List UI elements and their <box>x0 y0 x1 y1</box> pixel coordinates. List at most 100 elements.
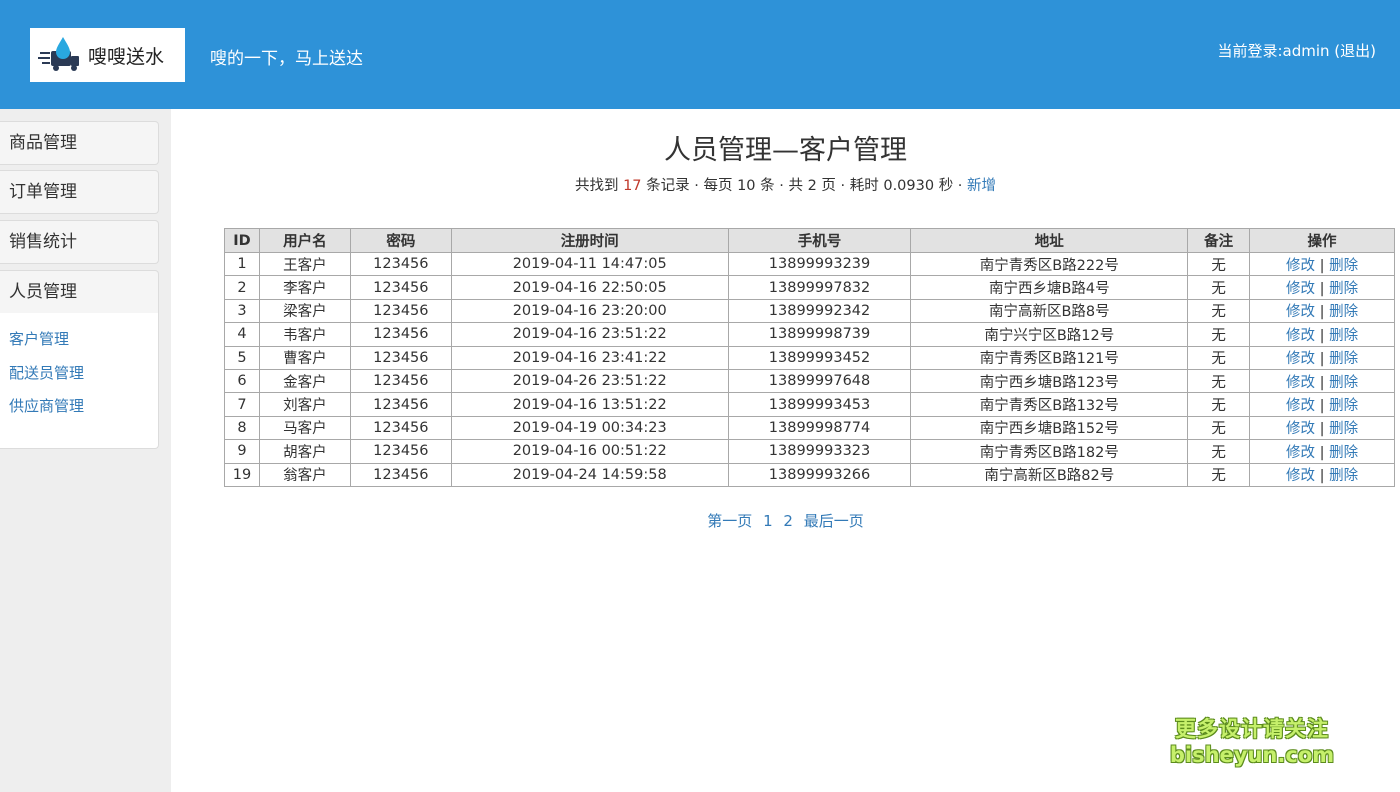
cell-password: 123456 <box>349 251 452 277</box>
water-delivery-icon <box>38 37 79 71</box>
submenu-couriers[interactable]: 配送员管理 <box>0 357 158 391</box>
sidebar-item-orders[interactable]: 订单管理 <box>0 170 159 214</box>
delete-link[interactable]: 删除 <box>1329 351 1358 367</box>
table-row: 19 翁客户 123456 2019-04-24 14:59:58 1389999326… <box>224 462 1395 487</box>
page-2-link[interactable]: 2 <box>783 512 793 530</box>
cell-actions: 修改 | 删除 <box>1249 345 1395 370</box>
delete-link[interactable]: 删除 <box>1329 445 1358 461</box>
cell-username: 曹客户 <box>258 345 351 370</box>
cell-register-time: 2019-04-16 23:41:22 <box>450 345 729 370</box>
column-header-phone: 手机号 <box>727 228 912 253</box>
cell-phone: 13899997648 <box>727 368 912 394</box>
sidebar-item-personnel[interactable]: 人员管理 <box>0 270 159 314</box>
add-link[interactable]: 新增 <box>967 178 996 194</box>
edit-link[interactable]: 修改 <box>1286 304 1315 320</box>
edit-link[interactable]: 修改 <box>1286 468 1315 484</box>
action-separator: | <box>1319 327 1325 344</box>
customer-table: ID 用户名 密码 注册时间 手机号 地址 备注 操作 1 王客户 123456 20… <box>224 228 1395 487</box>
cell-remark: 无 <box>1187 345 1251 370</box>
cell-id: 6 <box>224 368 260 394</box>
table-row: 7 刘客户 123456 2019-04-16 13:51:22 13899993453… <box>224 392 1395 417</box>
action-separator: | <box>1319 281 1325 298</box>
submenu-customers[interactable]: 客户管理 <box>0 323 158 357</box>
logout-link[interactable]: (退出) <box>1334 42 1376 60</box>
action-separator: | <box>1319 304 1325 321</box>
column-header-password: 密码 <box>349 228 452 253</box>
cell-register-time: 2019-04-16 23:20:00 <box>450 298 729 324</box>
delete-link[interactable]: 删除 <box>1329 375 1358 391</box>
action-separator: | <box>1319 444 1325 461</box>
cell-register-time: 2019-04-19 00:34:23 <box>450 415 729 441</box>
edit-link[interactable]: 修改 <box>1286 398 1315 414</box>
action-separator: | <box>1319 468 1325 485</box>
cell-phone: 13899993452 <box>727 345 912 370</box>
cell-id: 1 <box>224 251 260 277</box>
cell-username: 马客户 <box>258 415 351 441</box>
edit-link[interactable]: 修改 <box>1286 375 1315 391</box>
sidebar-item-products[interactable]: 商品管理 <box>0 121 159 165</box>
column-header-username: 用户名 <box>258 228 351 253</box>
cell-id: 3 <box>224 298 260 324</box>
delete-link[interactable]: 删除 <box>1329 258 1358 274</box>
cell-actions: 修改 | 删除 <box>1249 298 1395 324</box>
cell-remark: 无 <box>1187 275 1251 300</box>
cell-register-time: 2019-04-26 23:51:22 <box>450 368 729 394</box>
delete-link[interactable]: 删除 <box>1329 304 1358 320</box>
delete-link[interactable]: 删除 <box>1329 328 1358 344</box>
cell-address: 南宁青秀区B路222号 <box>910 251 1189 277</box>
logo[interactable]: 嗖嗖送水 <box>30 28 185 82</box>
submenu-suppliers[interactable]: 供应商管理 <box>0 390 158 424</box>
sidebar-item-sales-stats[interactable]: 销售统计 <box>0 220 159 264</box>
action-separator: | <box>1319 421 1325 438</box>
table-row: 1 王客户 123456 2019-04-11 14:47:05 13899993239… <box>224 251 1395 277</box>
cell-password: 123456 <box>349 322 452 347</box>
edit-link[interactable]: 修改 <box>1286 258 1315 274</box>
cell-username: 胡客户 <box>258 439 351 464</box>
action-separator: | <box>1319 257 1325 274</box>
delete-link[interactable]: 删除 <box>1329 468 1358 484</box>
cell-phone: 13899997832 <box>727 275 912 300</box>
cell-password: 123456 <box>349 439 452 464</box>
cell-remark: 无 <box>1187 322 1251 347</box>
table-row: 2 李客户 123456 2019-04-16 22:50:05 13899997832… <box>224 275 1395 300</box>
cell-password: 123456 <box>349 462 452 487</box>
summary-text: 条记录 · 每页 10 条 · 共 2 页 · 耗时 0.0930 秒 · <box>641 178 968 194</box>
cell-address: 南宁兴宁区B路12号 <box>910 322 1189 347</box>
cell-actions: 修改 | 删除 <box>1249 392 1395 417</box>
table-row: 8 马客户 123456 2019-04-19 00:34:23 13899998774… <box>224 415 1395 441</box>
edit-link[interactable]: 修改 <box>1286 281 1315 297</box>
column-header-actions: 操作 <box>1249 228 1395 253</box>
page-title: 人员管理—客户管理 <box>664 135 907 166</box>
cell-register-time: 2019-04-24 14:59:58 <box>450 462 729 487</box>
cell-phone: 13899993453 <box>727 392 912 417</box>
table-row: 6 金客户 123456 2019-04-26 23:51:22 13899997648… <box>224 368 1395 394</box>
cell-remark: 无 <box>1187 439 1251 464</box>
summary-prefix: 共找到 <box>574 178 624 194</box>
cell-register-time: 2019-04-16 13:51:22 <box>450 392 729 417</box>
cell-address: 南宁青秀区B路121号 <box>910 345 1189 370</box>
cell-remark: 无 <box>1187 392 1251 417</box>
cell-address: 南宁西乡塘B路152号 <box>910 415 1189 441</box>
last-page-link[interactable]: 最后一页 <box>804 512 864 530</box>
login-info: 当前登录:admin (退出) <box>1217 40 1376 61</box>
edit-link[interactable]: 修改 <box>1286 445 1315 461</box>
delete-link[interactable]: 删除 <box>1329 281 1358 297</box>
cell-password: 123456 <box>349 415 452 441</box>
page-1-link[interactable]: 1 <box>763 512 773 530</box>
delete-link[interactable]: 删除 <box>1329 421 1358 437</box>
column-header-remark: 备注 <box>1187 228 1251 253</box>
table-row: 4 韦客户 123456 2019-04-16 23:51:22 13899998739… <box>224 322 1395 347</box>
cell-remark: 无 <box>1187 251 1251 277</box>
cell-username: 韦客户 <box>258 322 351 347</box>
cell-id: 9 <box>224 439 260 464</box>
cell-remark: 无 <box>1187 368 1251 394</box>
cell-phone: 13899993323 <box>727 439 912 464</box>
table-row: 5 曹客户 123456 2019-04-16 23:41:22 13899993452… <box>224 345 1395 370</box>
edit-link[interactable]: 修改 <box>1286 328 1315 344</box>
cell-password: 123456 <box>349 345 452 370</box>
delete-link[interactable]: 删除 <box>1329 398 1358 414</box>
edit-link[interactable]: 修改 <box>1286 351 1315 367</box>
cell-actions: 修改 | 删除 <box>1249 368 1395 394</box>
first-page-link[interactable]: 第一页 <box>707 512 752 530</box>
edit-link[interactable]: 修改 <box>1286 421 1315 437</box>
